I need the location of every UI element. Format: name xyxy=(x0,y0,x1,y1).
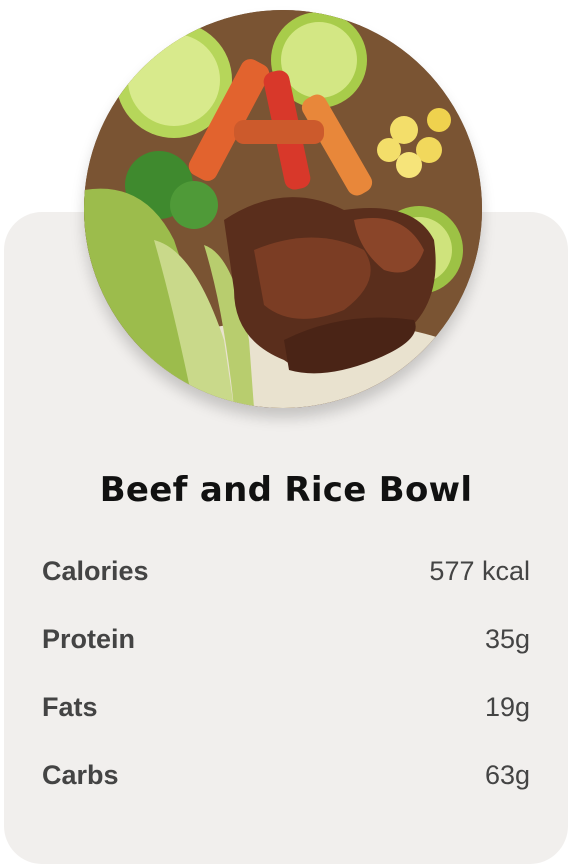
nutrition-value: 19g xyxy=(484,692,530,722)
nutrition-row-carbs: Carbs 63g xyxy=(42,760,530,800)
nutrition-row-calories: Calories 577 kcal xyxy=(42,556,530,596)
nutrition-row-fats: Fats 19g xyxy=(42,692,530,732)
nutrition-label: Protein xyxy=(42,624,136,654)
nutrition-label: Fats xyxy=(42,692,98,722)
nutrition-value: 577 kcal xyxy=(429,556,530,586)
dish-title: Beef and Rice Bowl xyxy=(99,470,473,510)
nutrition-value: 63g xyxy=(484,760,530,790)
nutrition-label: Calories xyxy=(42,556,149,586)
nutrition-row-protein: Protein 35g xyxy=(42,624,530,664)
dish-photo xyxy=(84,10,482,408)
nutrition-label: Carbs xyxy=(42,760,119,790)
nutrition-value: 35g xyxy=(484,624,530,654)
food-bowl-illustration xyxy=(84,10,482,408)
